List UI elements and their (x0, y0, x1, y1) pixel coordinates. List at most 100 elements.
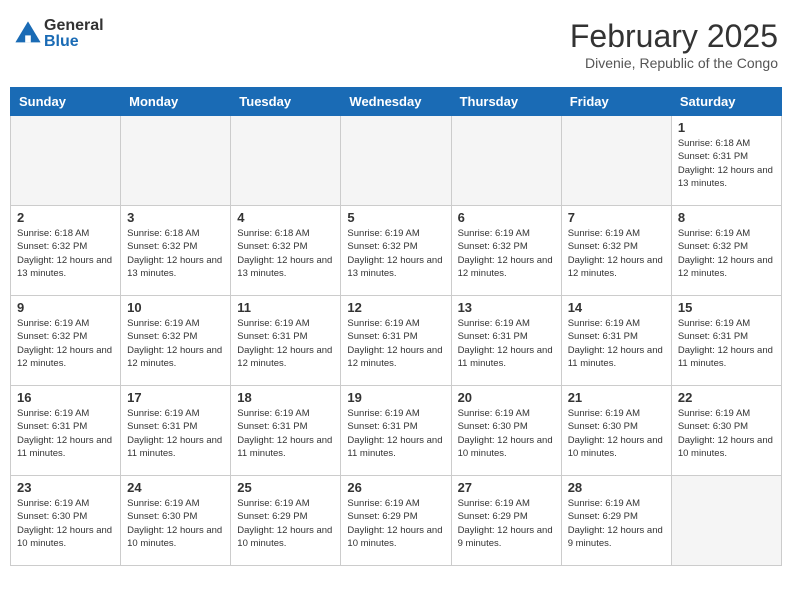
weekday-header-thursday: Thursday (451, 88, 561, 116)
calendar-cell: 7 Sunrise: 6:19 AM Sunset: 6:32 PM Daylig… (561, 206, 671, 296)
day-info: Sunrise: 6:19 AM Sunset: 6:31 PM Dayligh… (568, 317, 665, 370)
day-number: 9 (17, 300, 114, 315)
day-info: Sunrise: 6:19 AM Sunset: 6:31 PM Dayligh… (237, 407, 334, 460)
day-number: 2 (17, 210, 114, 225)
day-number: 12 (347, 300, 444, 315)
day-number: 3 (127, 210, 224, 225)
calendar-cell: 21 Sunrise: 6:19 AM Sunset: 6:30 PM Dayli… (561, 386, 671, 476)
day-number: 17 (127, 390, 224, 405)
calendar-cell: 5Sunrise: 6:19 AM Sunset: 6:32 PM Daylig… (341, 206, 451, 296)
calendar-table: SundayMondayTuesdayWednesdayThursdayFrid… (10, 87, 782, 566)
day-number: 8 (678, 210, 775, 225)
day-number: 22 (678, 390, 775, 405)
day-number: 4 (237, 210, 334, 225)
calendar-cell: 18Sunrise: 6:19 AM Sunset: 6:31 PM Dayli… (231, 386, 341, 476)
weekday-header-sunday: Sunday (11, 88, 121, 116)
calendar-cell (121, 116, 231, 206)
calendar-cell: 2 Sunrise: 6:18 AM Sunset: 6:32 PM Daylig… (11, 206, 121, 296)
calendar-cell: 20 Sunrise: 6:19 AM Sunset: 6:30 PM Dayli… (451, 386, 561, 476)
calendar-cell: 11 Sunrise: 6:19 AM Sunset: 6:31 PM Dayli… (231, 296, 341, 386)
day-info: Sunrise: 6:19 AM Sunset: 6:29 PM Dayligh… (237, 497, 334, 550)
calendar-week-row: 16 Sunrise: 6:19 AM Sunset: 6:31 PM Dayli… (11, 386, 782, 476)
day-number: 6 (458, 210, 555, 225)
weekday-header-monday: Monday (121, 88, 231, 116)
day-number: 28 (568, 480, 665, 495)
calendar-week-row: 1 Sunrise: 6:18 AM Sunset: 6:31 PM Daylig… (11, 116, 782, 206)
day-info: Sunrise: 6:19 AM Sunset: 6:32 PM Dayligh… (17, 317, 114, 370)
calendar-cell (11, 116, 121, 206)
calendar-cell: 26 Sunrise: 6:19 AM Sunset: 6:29 PM Dayli… (341, 476, 451, 566)
day-info: Sunrise: 6:19 AM Sunset: 6:31 PM Dayligh… (347, 407, 444, 460)
day-info: Sunrise: 6:19 AM Sunset: 6:32 PM Dayligh… (458, 227, 555, 280)
day-info: Sunrise: 6:18 AM Sunset: 6:31 PM Dayligh… (678, 137, 775, 190)
day-info: Sunrise: 6:19 AM Sunset: 6:31 PM Dayligh… (458, 317, 555, 370)
logo-icon (14, 20, 42, 48)
day-info: Sunrise: 6:19 AM Sunset: 6:31 PM Dayligh… (127, 407, 224, 460)
calendar-cell: 12 Sunrise: 6:19 AM Sunset: 6:31 PM Dayli… (341, 296, 451, 386)
day-info: Sunrise: 6:19 AM Sunset: 6:31 PM Dayligh… (678, 317, 775, 370)
day-number: 16 (17, 390, 114, 405)
weekday-header-row: SundayMondayTuesdayWednesdayThursdayFrid… (11, 88, 782, 116)
calendar-cell: 16 Sunrise: 6:19 AM Sunset: 6:31 PM Dayli… (11, 386, 121, 476)
day-info: Sunrise: 6:19 AM Sunset: 6:30 PM Dayligh… (678, 407, 775, 460)
day-info: Sunrise: 6:19 AM Sunset: 6:31 PM Dayligh… (347, 317, 444, 370)
day-number: 11 (237, 300, 334, 315)
day-info: Sunrise: 6:19 AM Sunset: 6:32 PM Dayligh… (127, 317, 224, 370)
day-number: 13 (458, 300, 555, 315)
weekday-header-wednesday: Wednesday (341, 88, 451, 116)
day-number: 15 (678, 300, 775, 315)
calendar-week-row: 23Sunrise: 6:19 AM Sunset: 6:30 PM Dayli… (11, 476, 782, 566)
day-number: 24 (127, 480, 224, 495)
calendar-cell: 9 Sunrise: 6:19 AM Sunset: 6:32 PM Daylig… (11, 296, 121, 386)
calendar-cell: 14 Sunrise: 6:19 AM Sunset: 6:31 PM Dayli… (561, 296, 671, 386)
day-number: 19 (347, 390, 444, 405)
day-info: Sunrise: 6:18 AM Sunset: 6:32 PM Dayligh… (237, 227, 334, 280)
calendar-cell: 17 Sunrise: 6:19 AM Sunset: 6:31 PM Dayli… (121, 386, 231, 476)
day-number: 10 (127, 300, 224, 315)
day-number: 1 (678, 120, 775, 135)
calendar-cell: 8 Sunrise: 6:19 AM Sunset: 6:32 PM Daylig… (671, 206, 781, 296)
calendar-cell (341, 116, 451, 206)
location: Divenie, Republic of the Congo (570, 55, 778, 71)
calendar-cell: 10 Sunrise: 6:19 AM Sunset: 6:32 PM Dayli… (121, 296, 231, 386)
calendar-cell: 4 Sunrise: 6:18 AM Sunset: 6:32 PM Daylig… (231, 206, 341, 296)
day-info: Sunrise: 6:18 AM Sunset: 6:32 PM Dayligh… (17, 227, 114, 280)
day-number: 25 (237, 480, 334, 495)
logo-general: General (44, 18, 104, 34)
logo-blue: Blue (44, 34, 104, 50)
calendar-cell: 27 Sunrise: 6:19 AM Sunset: 6:29 PM Dayli… (451, 476, 561, 566)
calendar-cell (671, 476, 781, 566)
day-info: Sunrise: 6:18 AM Sunset: 6:32 PM Dayligh… (127, 227, 224, 280)
day-number: 7 (568, 210, 665, 225)
day-info: Sunrise: 6:19 AM Sunset: 6:29 PM Dayligh… (458, 497, 555, 550)
day-number: 20 (458, 390, 555, 405)
day-info: Sunrise: 6:19 AM Sunset: 6:30 PM Dayligh… (17, 497, 114, 550)
calendar-cell: 22 Sunrise: 6:19 AM Sunset: 6:30 PM Dayli… (671, 386, 781, 476)
day-number: 26 (347, 480, 444, 495)
logo-text: General Blue (44, 18, 104, 50)
calendar-cell: 24 Sunrise: 6:19 AM Sunset: 6:30 PM Dayli… (121, 476, 231, 566)
day-info: Sunrise: 6:19 AM Sunset: 6:30 PM Dayligh… (458, 407, 555, 460)
day-info: Sunrise: 6:19 AM Sunset: 6:31 PM Dayligh… (17, 407, 114, 460)
day-number: 27 (458, 480, 555, 495)
weekday-header-friday: Friday (561, 88, 671, 116)
day-number: 14 (568, 300, 665, 315)
header-title-block: February 2025 Divenie, Republic of the C… (570, 18, 778, 71)
day-info: Sunrise: 6:19 AM Sunset: 6:31 PM Dayligh… (237, 317, 334, 370)
day-info: Sunrise: 6:19 AM Sunset: 6:32 PM Dayligh… (568, 227, 665, 280)
day-info: Sunrise: 6:19 AM Sunset: 6:32 PM Dayligh… (347, 227, 444, 280)
logo: General Blue (14, 18, 104, 50)
page-header: General Blue February 2025 Divenie, Repu… (10, 10, 782, 79)
day-number: 21 (568, 390, 665, 405)
calendar-week-row: 9 Sunrise: 6:19 AM Sunset: 6:32 PM Daylig… (11, 296, 782, 386)
calendar-cell: 19 Sunrise: 6:19 AM Sunset: 6:31 PM Dayli… (341, 386, 451, 476)
day-info: Sunrise: 6:19 AM Sunset: 6:32 PM Dayligh… (678, 227, 775, 280)
calendar-cell: 25 Sunrise: 6:19 AM Sunset: 6:29 PM Dayli… (231, 476, 341, 566)
day-info: Sunrise: 6:19 AM Sunset: 6:29 PM Dayligh… (347, 497, 444, 550)
day-info: Sunrise: 6:19 AM Sunset: 6:30 PM Dayligh… (127, 497, 224, 550)
calendar-cell: 3 Sunrise: 6:18 AM Sunset: 6:32 PM Daylig… (121, 206, 231, 296)
calendar-cell: 13 Sunrise: 6:19 AM Sunset: 6:31 PM Dayli… (451, 296, 561, 386)
day-info: Sunrise: 6:19 AM Sunset: 6:30 PM Dayligh… (568, 407, 665, 460)
month-title: February 2025 (570, 18, 778, 55)
day-info: Sunrise: 6:19 AM Sunset: 6:29 PM Dayligh… (568, 497, 665, 550)
